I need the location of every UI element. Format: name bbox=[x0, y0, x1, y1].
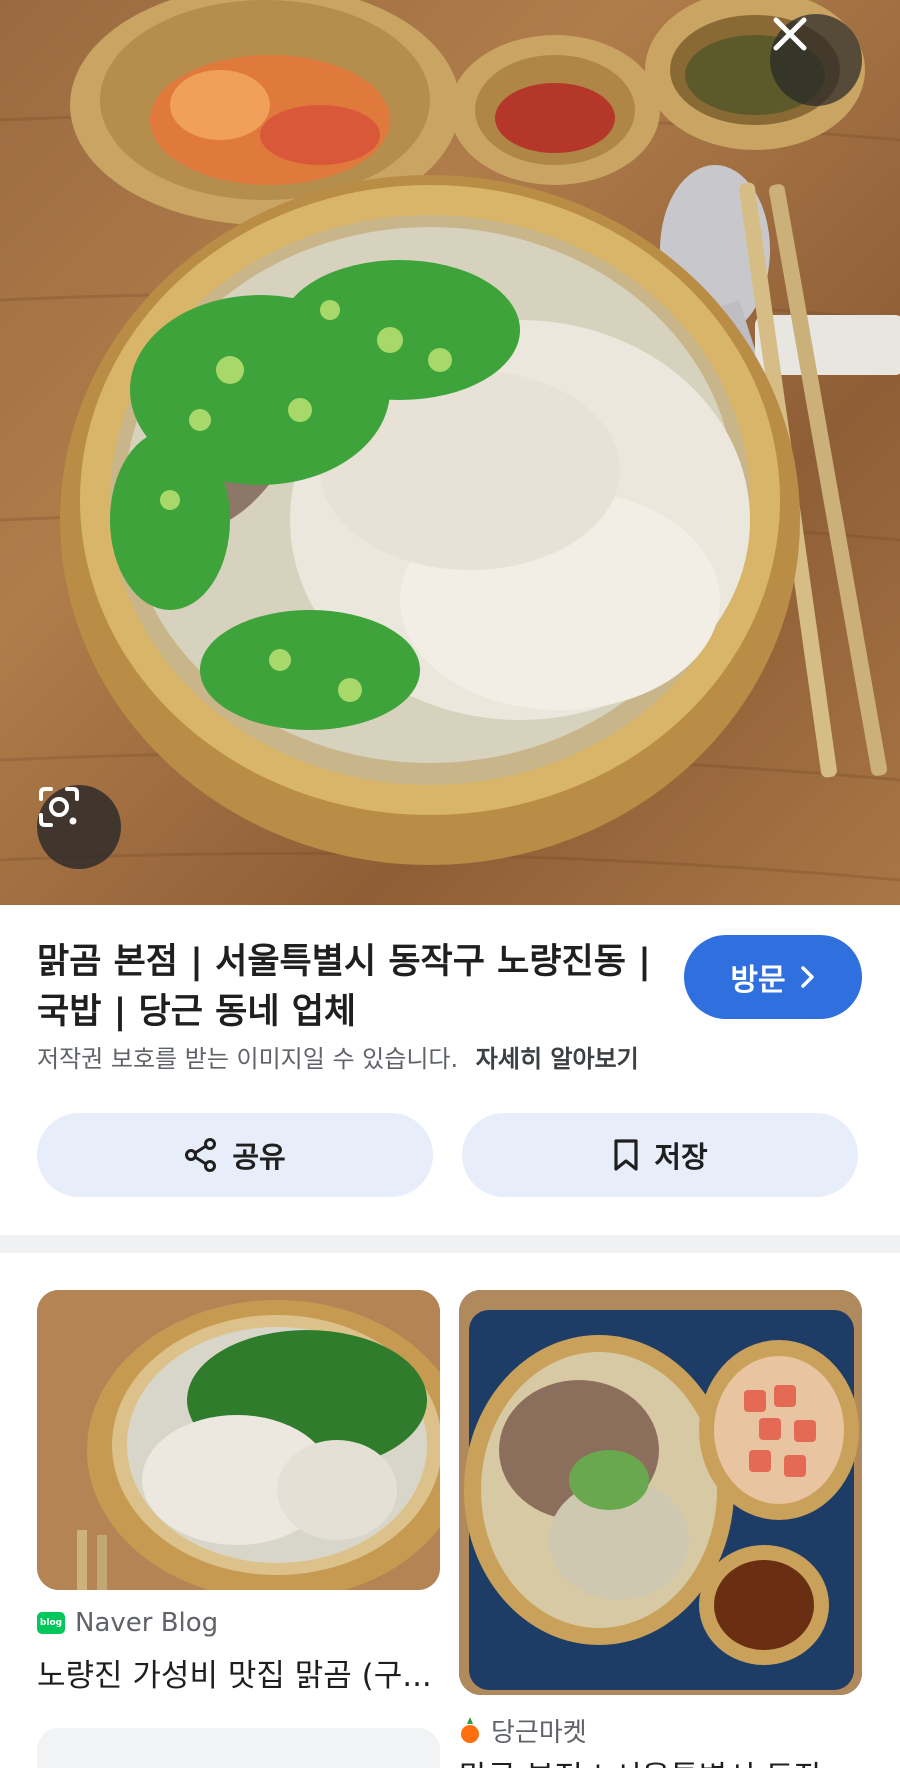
copyright-notice: 저작권 보호를 받는 이미지일 수 있습니다. 자세히 알아보기 bbox=[37, 1039, 639, 1074]
related-source-name: Naver Blog bbox=[75, 1608, 219, 1638]
related-thumbnail[interactable] bbox=[459, 1290, 862, 1695]
hero-image bbox=[0, 0, 900, 905]
bookmark-icon bbox=[614, 1139, 638, 1171]
close-button[interactable] bbox=[770, 14, 862, 106]
related-title[interactable]: 맑곰 본점 | 서울특별시 동작 bbox=[459, 1752, 862, 1768]
section-divider bbox=[0, 1235, 900, 1253]
visit-button[interactable]: 방문 bbox=[684, 935, 862, 1019]
copyright-text: 저작권 보호를 받는 이미지일 수 있습니다. bbox=[37, 1045, 459, 1073]
visit-label: 방문 bbox=[730, 963, 786, 998]
food-photo bbox=[0, 0, 900, 882]
learn-more-link[interactable]: 자세히 알아보기 bbox=[476, 1045, 639, 1073]
share-button[interactable]: 공유 bbox=[37, 1113, 433, 1197]
related-source: 당근마켓 bbox=[459, 1712, 587, 1749]
save-label: 저장 bbox=[654, 1140, 708, 1174]
result-title[interactable]: 맑곰 본점 | 서울특별시 동작구 노량진동 | 국밥 | 당근 동네 업체 bbox=[37, 937, 657, 1037]
chevron-right-icon bbox=[800, 966, 814, 988]
related-source-name: 당근마켓 bbox=[491, 1718, 587, 1748]
share-label: 공유 bbox=[232, 1140, 286, 1174]
carrot-icon bbox=[461, 1716, 479, 1743]
save-button[interactable]: 저장 bbox=[462, 1113, 858, 1197]
naver-blog-icon: blog bbox=[37, 1612, 65, 1634]
related-source: blog Naver Blog bbox=[37, 1608, 218, 1638]
share-icon bbox=[185, 1138, 217, 1172]
google-lens-icon bbox=[39, 787, 79, 827]
close-icon bbox=[773, 17, 807, 51]
related-title[interactable]: 노량진 가성비 맛집 맑곰 (구... bbox=[37, 1650, 440, 1695]
related-thumbnail[interactable] bbox=[37, 1290, 440, 1590]
related-result-placeholder[interactable] bbox=[37, 1728, 440, 1768]
google-lens-button[interactable] bbox=[37, 785, 121, 869]
image-result-panel: 맑곰 본점 | 서울특별시 동작구 노량진동 | 국밥 | 당근 동네 업체 방… bbox=[0, 905, 900, 1235]
